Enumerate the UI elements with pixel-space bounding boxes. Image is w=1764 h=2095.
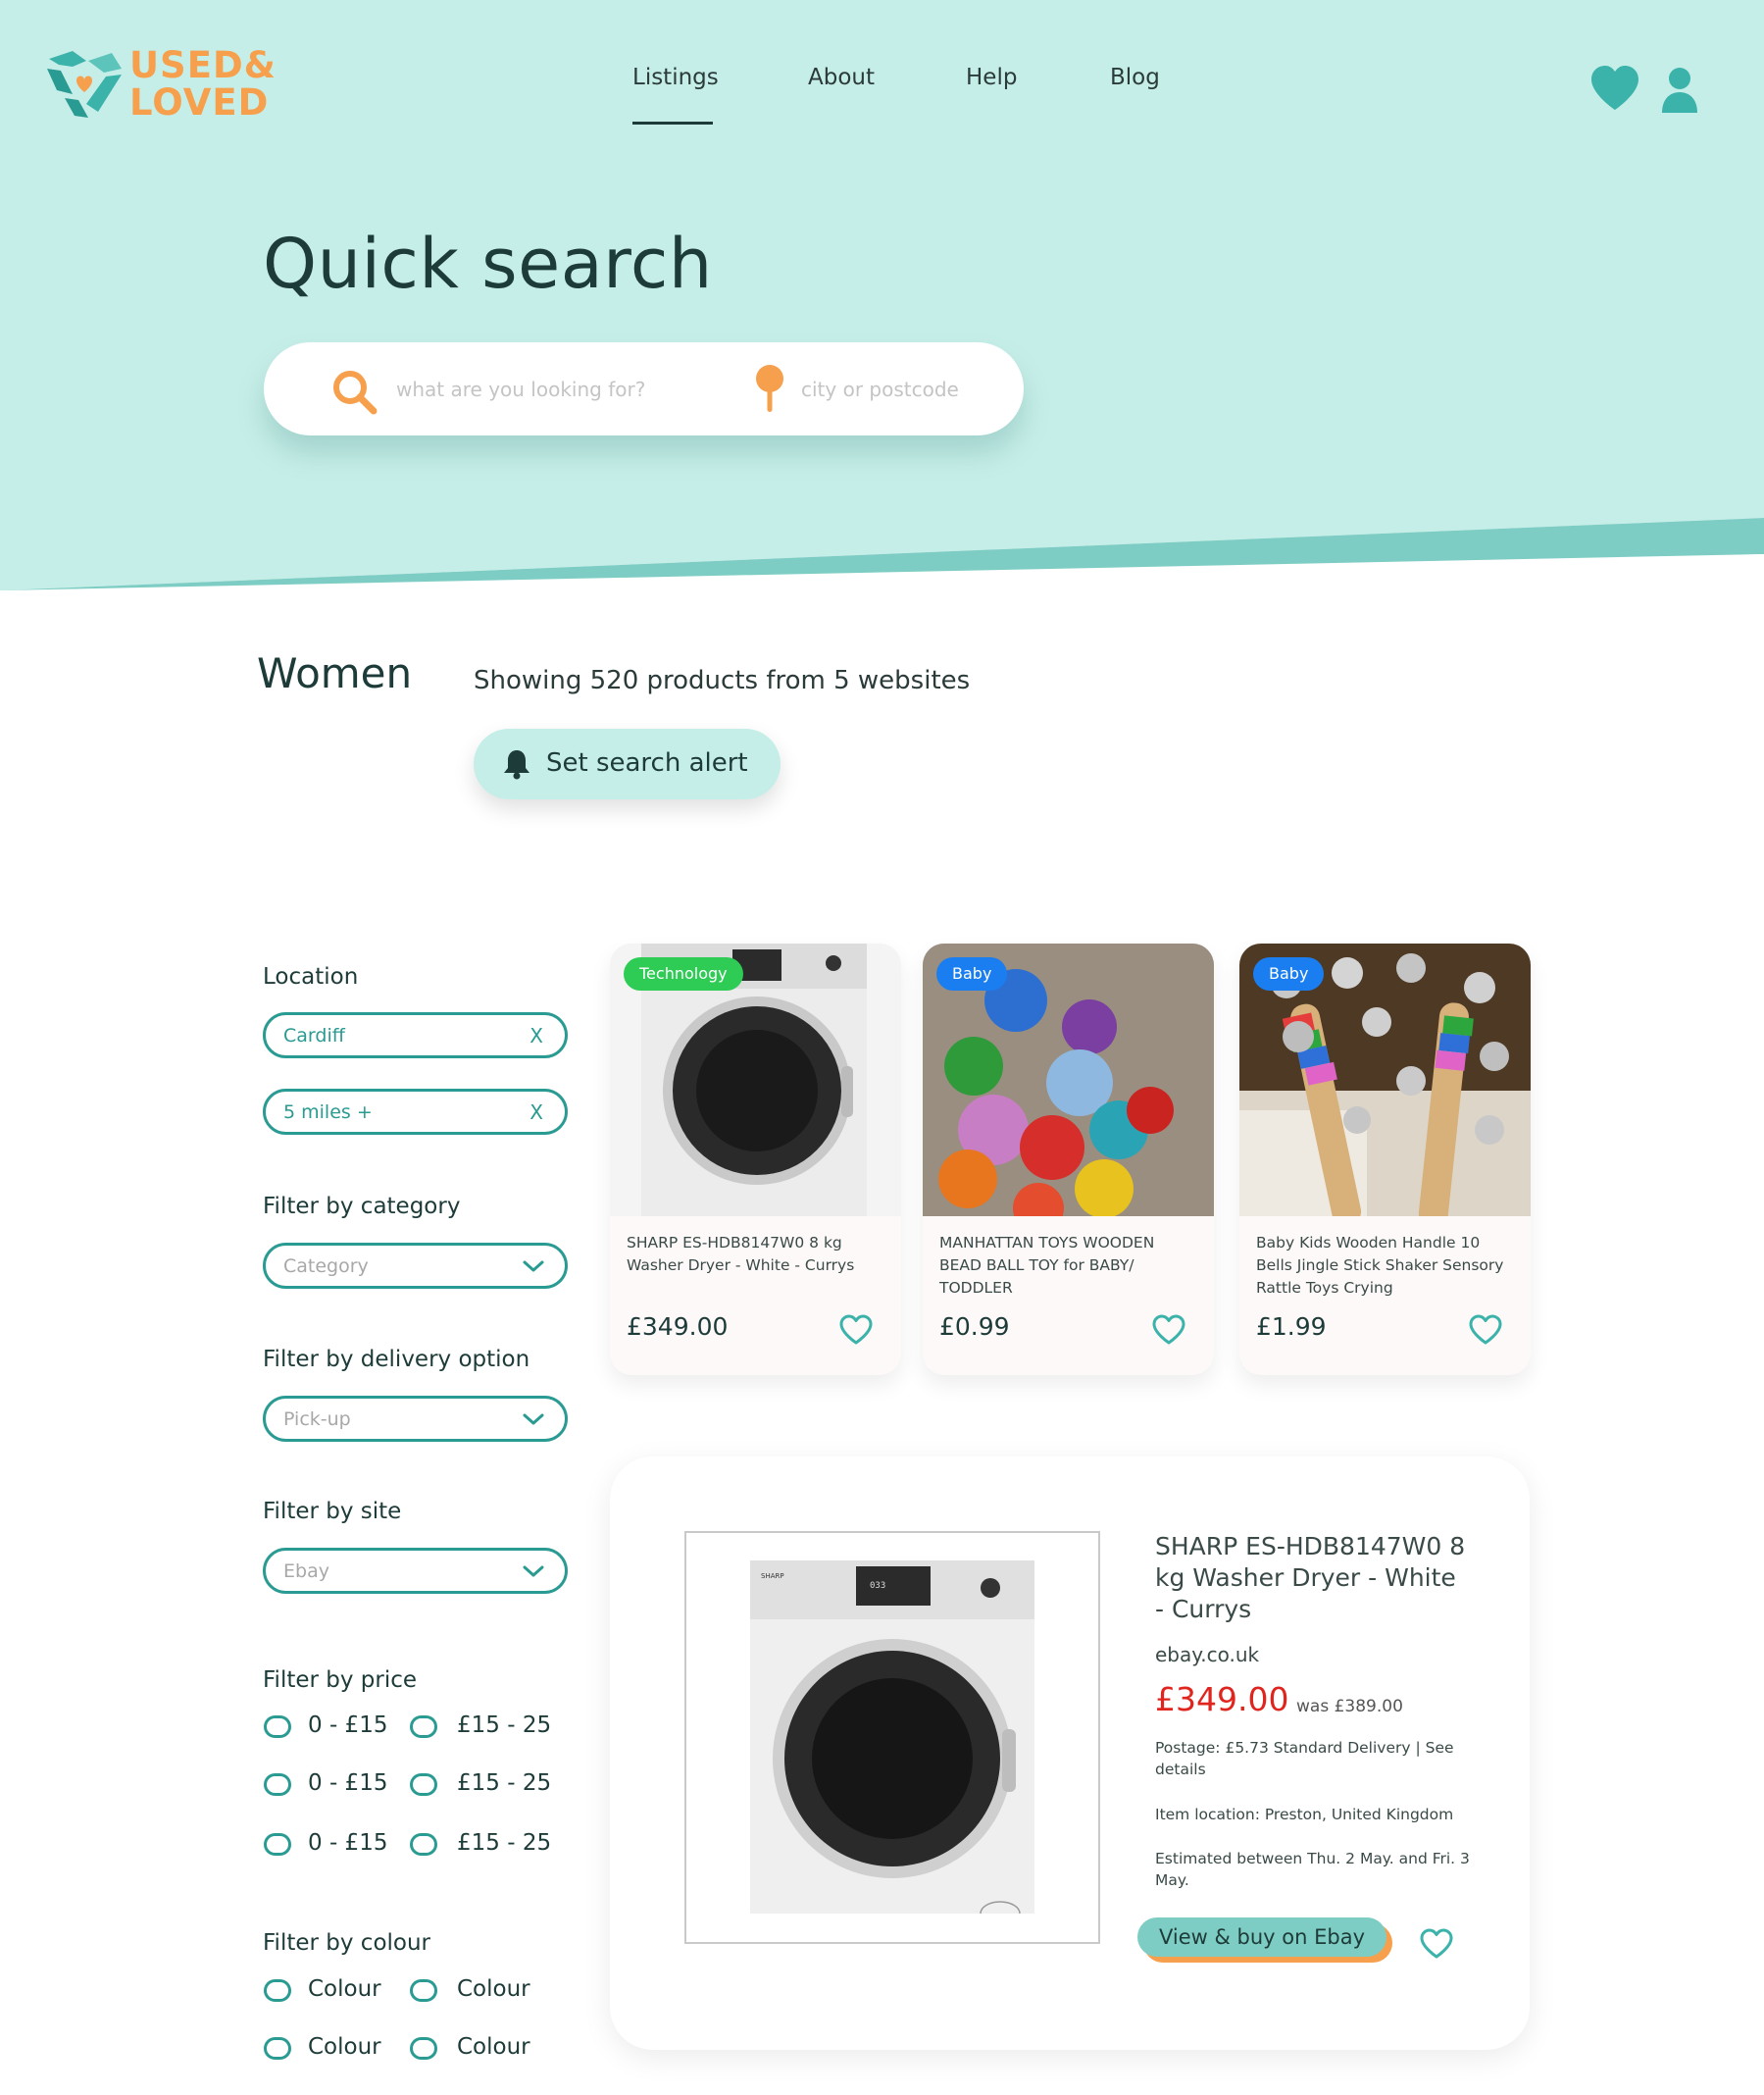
product-price: £349.00	[627, 1312, 729, 1341]
heart-icon	[1591, 66, 1638, 110]
hero-banner: USED& LOVED Listings About Help Blog Qui…	[0, 0, 1764, 598]
nav-blog[interactable]: Blog	[1110, 65, 1160, 90]
product-title[interactable]: SHARP ES-HDB8147W0 8 kg Washer Dryer - W…	[627, 1232, 883, 1277]
site-filter-label: Filter by site	[263, 1499, 402, 1524]
chevron-down-icon	[523, 1565, 544, 1577]
location-pin-icon	[756, 365, 783, 412]
category-select-value: Category	[283, 1255, 369, 1277]
detail-postage: Postage: £5.73 Standard Delivery | See d…	[1155, 1739, 1454, 1778]
product-title[interactable]: MANHATTAN TOYS WOODEN BEAD BALL TOY for …	[939, 1232, 1196, 1300]
category-badge: Baby	[1253, 957, 1325, 991]
colour-option-label: Colour	[308, 1976, 381, 2002]
price-radio[interactable]	[410, 1715, 437, 1738]
product-price: £1.99	[1256, 1312, 1327, 1341]
detail-item-location: Item location: Preston, United Kingdom	[1155, 1806, 1454, 1823]
chevron-down-icon	[523, 1260, 544, 1272]
delivery-select[interactable]: Pick-up	[263, 1396, 568, 1442]
nav-help[interactable]: Help	[966, 65, 1017, 90]
price-radio[interactable]	[264, 1773, 291, 1796]
results-count: Showing 520 products from 5 websites	[474, 666, 971, 695]
site-select[interactable]: Ebay	[263, 1548, 568, 1594]
chevron-down-icon	[523, 1413, 544, 1425]
detail-delivery-estimate: Estimated between Thu. 2 May. and Fri. 3…	[1155, 1850, 1470, 1889]
search-icon	[333, 371, 378, 415]
location-input[interactable]	[799, 374, 999, 405]
colour-option-label: Colour	[457, 2034, 530, 2060]
category-badge: Baby	[936, 957, 1008, 991]
product-card[interactable]: Baby Baby Kids Wooden Handle 10 Bells Ji…	[1239, 944, 1531, 1375]
product-detail-panel: SHARP 033 SHARP ES-HDB8147W0 8 kg Washer…	[610, 1456, 1530, 2050]
price-radio[interactable]	[264, 1715, 291, 1738]
heart-outline-icon[interactable]	[1151, 1314, 1186, 1346]
category-heading: Women	[257, 649, 413, 697]
product-detail-image: SHARP 033	[684, 1531, 1100, 1944]
machine-display: 033	[870, 1581, 885, 1591]
location-filter-label: Location	[263, 964, 359, 990]
location-chip-value: Cardiff	[283, 1025, 345, 1047]
category-filter-label: Filter by category	[263, 1194, 461, 1219]
colour-radio[interactable]	[264, 2037, 291, 2060]
price-radio[interactable]	[410, 1833, 437, 1856]
colour-option-label: Colour	[457, 1976, 530, 2002]
bell-icon	[504, 750, 529, 780]
set-search-alert-button[interactable]: Set search alert	[474, 729, 781, 799]
product-price: £0.99	[939, 1312, 1010, 1341]
radius-chip-value: 5 miles +	[283, 1101, 373, 1123]
price-option-label: 0 - £15	[308, 1830, 388, 1856]
colour-radio[interactable]	[410, 1979, 437, 2002]
heart-outline-icon[interactable]	[1468, 1314, 1503, 1346]
search-bar	[264, 342, 1024, 435]
heart-outline-icon[interactable]	[1419, 1928, 1454, 1960]
price-filter-label: Filter by price	[263, 1667, 418, 1693]
recycle-heart-icon	[47, 51, 122, 118]
nav-about[interactable]: About	[808, 65, 875, 90]
colour-filter-label: Filter by colour	[263, 1930, 431, 1956]
price-option-label: 0 - £15	[308, 1770, 388, 1796]
colour-radio[interactable]	[264, 1979, 291, 2002]
logo-line-2: LOVED	[129, 81, 270, 124]
machine-brand: SHARP	[761, 1572, 784, 1580]
user-icon	[1662, 68, 1697, 113]
colour-option-label: Colour	[308, 2034, 381, 2060]
page-title: Quick search	[263, 224, 713, 304]
view-and-buy-button[interactable]: View & buy on Ebay	[1137, 1917, 1386, 1957]
category-badge: Technology	[624, 957, 743, 991]
colour-radio[interactable]	[410, 2037, 437, 2060]
delivery-select-value: Pick-up	[283, 1408, 351, 1430]
set-search-alert-label: Set search alert	[546, 748, 748, 778]
nav-listings[interactable]: Listings	[632, 65, 719, 90]
category-select[interactable]: Category	[263, 1243, 568, 1289]
nav-active-indicator	[632, 122, 713, 125]
radius-chip[interactable]: 5 miles + X	[263, 1089, 568, 1135]
clear-location-button[interactable]: X	[529, 1024, 543, 1048]
site-select-value: Ebay	[283, 1560, 329, 1582]
price-option-label: £15 - 25	[457, 1770, 552, 1796]
product-title[interactable]: Baby Kids Wooden Handle 10 Bells Jingle …	[1256, 1232, 1513, 1300]
product-card[interactable]: Technology SHARP ES-HDB8147W0 8 kg Washe…	[610, 944, 901, 1375]
detail-price: £349.00	[1155, 1680, 1289, 1718]
price-radio[interactable]	[410, 1773, 437, 1796]
detail-title: SHARP ES-HDB8147W0 8 kg Washer Dryer - W…	[1155, 1532, 1466, 1623]
washer-dryer-image: SHARP 033	[750, 1560, 1034, 1915]
brand-logo[interactable]: USED& LOVED	[43, 47, 276, 126]
detail-was-price: was £389.00	[1296, 1697, 1403, 1716]
clear-radius-button[interactable]: X	[529, 1100, 543, 1124]
product-card[interactable]: Baby MANHATTAN TOYS WOODEN BEAD BALL TOY…	[923, 944, 1214, 1375]
price-option-label: £15 - 25	[457, 1830, 552, 1856]
heart-outline-icon[interactable]	[838, 1314, 874, 1346]
location-chip[interactable]: Cardiff X	[263, 1012, 568, 1058]
price-option-label: 0 - £15	[308, 1712, 388, 1738]
price-radio[interactable]	[264, 1833, 291, 1856]
delivery-filter-label: Filter by delivery option	[263, 1347, 530, 1372]
detail-source-site[interactable]: ebay.co.uk	[1155, 1643, 1259, 1666]
price-option-label: £15 - 25	[457, 1712, 552, 1738]
logo-line-1: USED&	[129, 44, 277, 86]
search-input[interactable]	[394, 374, 682, 405]
